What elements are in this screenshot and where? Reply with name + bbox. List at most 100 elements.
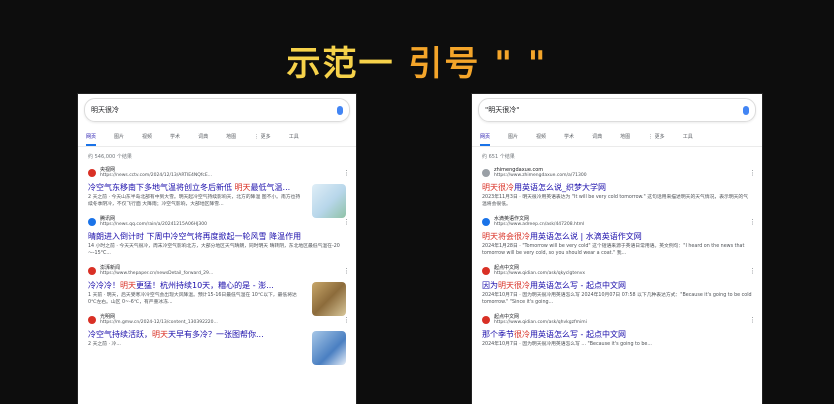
site-favicon-icon (482, 218, 490, 226)
search-input[interactable]: "明天很冷" (485, 105, 743, 115)
site-favicon-icon (482, 316, 490, 324)
result-snippet: 2 天之前 · 冷... (88, 342, 121, 347)
search-input[interactable]: 明天很冷 (91, 105, 337, 115)
search-tabs: 网页 图片 视频 学术 词典 地图 ⋮ 更多 工具 (472, 128, 762, 147)
result-title-link[interactable]: 明天很冷用英语怎么说_织梦大学网 (482, 182, 752, 193)
result-count: 约 651 个结果 (482, 154, 515, 160)
title-part: 最低气温... (250, 183, 291, 192)
result-url[interactable]: https://www.qidian.com/ask/qhvkgzfmimi (494, 320, 587, 326)
tab-academic[interactable]: 学术 (170, 128, 180, 146)
page-title: 示范一 引号 " " (0, 36, 834, 85)
more-options-icon[interactable]: ⋮ (749, 316, 756, 324)
title-highlight: 明天 (152, 330, 168, 339)
more-options-icon[interactable]: ⋮ (749, 218, 756, 226)
tab-web[interactable]: 网页 (86, 128, 97, 146)
search-result: ⋮ 澎湃新闻 https://www.thepaper.cn/newsDetai… (78, 262, 356, 316)
title-part: 晴朗进入倒计时 下周中冷空气将再度掀起一轮风雪 降温作用 (88, 232, 302, 241)
search-results-panel-left: 明天很冷 网页 图片 视频 学术 词典 地图 ⋮ 更多 工具 约 546,000… (78, 94, 356, 404)
tab-dictionary[interactable]: 词典 (592, 128, 602, 146)
result-title-link[interactable]: 因为明天很冷用英语怎么写 - 起点中文网 (482, 280, 752, 291)
site-favicon-icon (88, 218, 96, 226)
title-highlight: 很冷 (514, 330, 530, 339)
search-result: ⋮ 光明网 https://m.gmw.cn/2024-12/13/conten… (78, 311, 356, 365)
site-favicon-icon (88, 267, 96, 275)
tab-web[interactable]: 网页 (480, 128, 491, 146)
tab-more[interactable]: ⋮ 更多 (648, 128, 665, 146)
search-result: ⋮ 腾讯网 https://news.qq.com/rain/a/2024121… (78, 213, 356, 262)
more-options-icon[interactable]: ⋮ (343, 267, 350, 275)
search-result: ⋮ zhimengdaxue.com https://www.zhimengda… (472, 164, 762, 213)
result-title-link[interactable]: 那个季节很冷用英语怎么写 - 起点中文网 (482, 329, 752, 340)
search-box[interactable]: "明天很冷" (478, 98, 756, 122)
result-snippet: 1 天前 · 明天，后天受寒冷冷空气会出现大风降温。预计15-16日最低气温在 … (88, 293, 297, 305)
site-favicon-icon (88, 316, 96, 324)
result-url[interactable]: https://news.qq.com/rain/a/20241215A06HJ… (100, 222, 207, 228)
more-options-icon[interactable]: ⋮ (749, 267, 756, 275)
result-snippet: 2024年10月7日 · 因为明天很冷用英语怎么写 ... "Because i… (482, 342, 652, 347)
tab-videos[interactable]: 视频 (536, 128, 546, 146)
tab-maps[interactable]: 地图 (226, 128, 236, 146)
search-box[interactable]: 明天很冷 (84, 98, 350, 122)
result-url[interactable]: https://news.cctv.com/2024/12/13/ARTIE4N… (100, 173, 212, 179)
title-part: 冷空气持续活跃， (88, 330, 152, 339)
tab-maps[interactable]: 地图 (620, 128, 630, 146)
title-part: 更猛！杭州持续10天，糟心的是 - 澎... (136, 281, 274, 290)
title-highlight: 明天很冷 (498, 281, 530, 290)
tab-academic[interactable]: 学术 (564, 128, 574, 146)
title-part: 用英语怎么写 - 起点中文网 (530, 281, 626, 290)
title-part: 那个季节 (482, 330, 514, 339)
title-main: 示范一 (286, 44, 395, 84)
result-url[interactable]: https://m.gmw.cn/2024-12/13/content_1303… (100, 320, 218, 326)
search-tabs: 网页 图片 视频 学术 词典 地图 ⋮ 更多 工具 (78, 128, 356, 147)
result-title-link[interactable]: 冷空气东移南下多地气温将创立冬后新低 明天最低气温... (88, 182, 302, 193)
site-favicon-icon (482, 267, 490, 275)
tab-tools[interactable]: 工具 (683, 128, 693, 146)
tab-tools[interactable]: 工具 (289, 128, 299, 146)
more-options-icon[interactable]: ⋮ (343, 169, 350, 177)
site-favicon-icon (88, 169, 96, 177)
title-part: 冷空气东移南下多地气温将创立冬后新低 (88, 183, 235, 192)
search-result: ⋮ 起点中文网 https://www.qidian.com/ask/qhvkg… (472, 311, 762, 353)
more-options-icon[interactable]: ⋮ (749, 169, 756, 177)
more-options-icon[interactable]: ⋮ (343, 316, 350, 324)
mic-icon[interactable] (743, 105, 749, 115)
result-url[interactable]: https://www.zhimengdaxue.com/a/71300 (494, 173, 587, 179)
result-snippet: 2023年11月3日 · 明天很冷用英语表达为 "It will be very… (482, 195, 749, 207)
title-part: 冷冷冷！ (88, 281, 120, 290)
title-part: 天早有多冷？一张图帮你... (168, 330, 264, 339)
tab-images[interactable]: 图片 (508, 128, 518, 146)
tab-images[interactable]: 图片 (114, 128, 124, 146)
result-url[interactable]: https://www.thepaper.cn/newsDetail_forwa… (100, 271, 213, 277)
result-snippet: 2024年1月28日 · "Tomorrow will be very cold… (482, 244, 745, 256)
title-highlight: 明天 (120, 281, 136, 290)
title-highlight: 明天很冷 (482, 183, 514, 192)
result-url[interactable]: https://www.adreep.cn/ask/447208.html (494, 222, 584, 228)
result-title-link[interactable]: 冷冷冷！明天更猛！杭州持续10天，糟心的是 - 澎... (88, 280, 302, 291)
mic-icon[interactable] (337, 105, 343, 115)
tab-dictionary[interactable]: 词典 (198, 128, 208, 146)
title-quote: 引号 " " (394, 44, 548, 84)
search-result: ⋮ 央视网 https://news.cctv.com/2024/12/13/A… (78, 164, 356, 218)
result-count: 约 546,000 个结果 (88, 154, 132, 160)
search-result: ⋮ 水滴英语作文网 https://www.adreep.cn/ask/4472… (472, 213, 762, 262)
site-favicon-icon (482, 169, 490, 177)
more-options-icon[interactable]: ⋮ (343, 218, 350, 226)
search-results-panel-right: "明天很冷" 网页 图片 视频 学术 词典 地图 ⋮ 更多 工具 约 651 个… (472, 94, 762, 404)
tab-more[interactable]: ⋮ 更多 (254, 128, 271, 146)
title-part: 因为 (482, 281, 498, 290)
result-snippet: 2024年10月7日 · 因为明天很冷用英语怎么写 2024年10月07日 07… (482, 293, 752, 305)
result-snippet: 14 小时之前 · 今天天气很冷，周末冷空气影响北方，大部分地区天气晴朗，同时明… (88, 244, 340, 256)
tab-videos[interactable]: 视频 (142, 128, 152, 146)
title-part: 用英语怎么说 | 水滴英语作文网 (530, 232, 642, 241)
result-thumbnail[interactable] (312, 331, 346, 365)
result-url[interactable]: https://www.qidian.com/ask/qkyclgtenvx (494, 271, 585, 277)
title-part: 用英语怎么写 - 起点中文网 (530, 330, 626, 339)
title-highlight: 明天将会很冷 (482, 232, 530, 241)
result-title-link[interactable]: 晴朗进入倒计时 下周中冷空气将再度掀起一轮风雪 降温作用 (88, 231, 346, 242)
result-title-link[interactable]: 冷空气持续活跃，明天天早有多冷？一张图帮你... (88, 329, 302, 340)
title-part: 用英语怎么说_织梦大学网 (514, 183, 606, 192)
result-title-link[interactable]: 明天将会很冷用英语怎么说 | 水滴英语作文网 (482, 231, 752, 242)
title-highlight: 明天 (234, 183, 251, 192)
search-result: ⋮ 起点中文网 https://www.qidian.com/ask/qkycl… (472, 262, 762, 311)
result-snippet: 2 天之前 · 今天山东半岛北部有中到大雪。明天起冷空气持续影响天，北方的降温 … (88, 195, 301, 207)
